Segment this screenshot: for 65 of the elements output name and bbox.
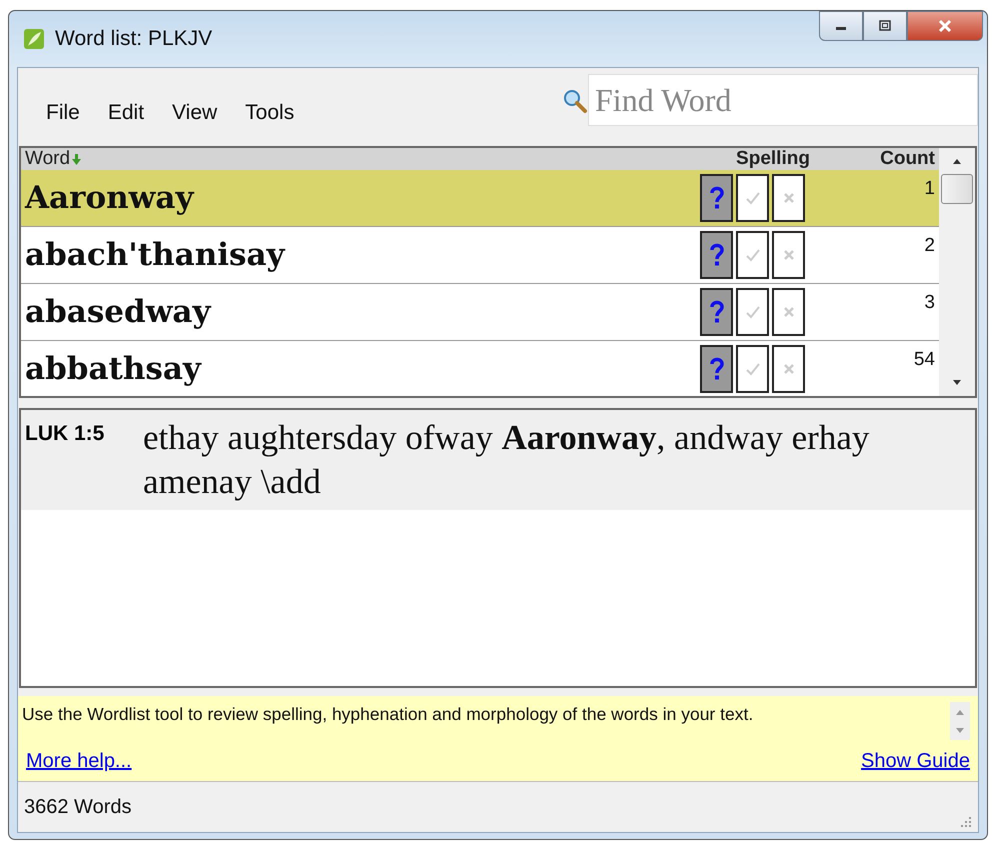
scroll-thumb[interactable] xyxy=(941,174,973,204)
column-header[interactable]: Word xyxy=(25,148,70,170)
word-count: 3662 Words xyxy=(24,796,132,818)
cross-icon xyxy=(782,306,794,318)
search-icon xyxy=(562,88,588,114)
word-cell-text: abach'thanisay xyxy=(25,237,286,273)
close-button[interactable] xyxy=(907,11,983,41)
correct-spelling-button[interactable] xyxy=(736,345,769,393)
check-icon xyxy=(744,305,760,319)
more-help-link[interactable]: More help... xyxy=(26,750,132,773)
cross-icon xyxy=(782,249,794,261)
close-icon xyxy=(937,19,953,33)
menu-item[interactable]: File xyxy=(32,97,94,129)
word-row[interactable]: Aaronway 1 xyxy=(21,170,939,227)
check-icon xyxy=(744,248,760,262)
question-mark-icon xyxy=(710,243,724,267)
correct-spelling-button[interactable] xyxy=(736,231,769,279)
sort-arrow-icon xyxy=(72,154,82,164)
window-title: Word list: PLKJV xyxy=(55,27,212,51)
column-header[interactable]: Count xyxy=(845,148,935,170)
scrollbar[interactable] xyxy=(939,148,975,396)
count-cell-text: 3 xyxy=(923,291,935,314)
unknown-spelling-button[interactable] xyxy=(700,288,733,336)
word-cell-text: abbathsay xyxy=(25,351,203,387)
unknown-spelling-button[interactable] xyxy=(700,231,733,279)
check-icon xyxy=(744,362,760,376)
scroll-up-icon xyxy=(955,708,965,714)
menu-item[interactable]: Tools xyxy=(231,97,308,129)
scroll-down-icon xyxy=(952,380,962,386)
verse-reference: LUK 1:5 xyxy=(25,421,106,446)
show-guide-link[interactable]: Show Guide xyxy=(861,750,970,773)
scroll-down-icon xyxy=(955,728,965,734)
resize-grip-icon[interactable] xyxy=(958,814,972,828)
search-field[interactable]: Find Word xyxy=(588,74,978,126)
question-mark-icon xyxy=(710,357,724,381)
maximize-button[interactable] xyxy=(863,11,907,41)
incorrect-spelling-button[interactable] xyxy=(772,288,805,336)
correct-spelling-button[interactable] xyxy=(736,174,769,222)
scrollbar[interactable] xyxy=(950,702,970,740)
cross-icon xyxy=(782,192,794,204)
feather-icon xyxy=(23,28,45,50)
menu-item[interactable]: View xyxy=(158,97,232,129)
menu-item[interactable]: Edit xyxy=(94,97,158,129)
check-icon xyxy=(744,191,760,205)
word-cell-text: Aaronway xyxy=(25,180,196,216)
cross-icon xyxy=(782,363,794,375)
verse-text: ethay aughtersday ofway Aaronway, andway erhay amenay \add xyxy=(143,417,870,503)
scroll-up-icon xyxy=(952,158,962,164)
maximize-icon xyxy=(878,20,892,32)
count-cell-text: 1 xyxy=(923,177,935,200)
column-header[interactable]: Spelling xyxy=(713,148,833,170)
count-cell-text: 54 xyxy=(912,348,935,371)
word-cell-text: abasedway xyxy=(25,294,212,330)
incorrect-spelling-button[interactable] xyxy=(772,174,805,222)
incorrect-spelling-button[interactable] xyxy=(772,345,805,393)
question-mark-icon xyxy=(710,186,724,210)
reference-row[interactable]: LUK 1:5 ethay aughtersday ofway Aaronway, andway erhay amenay \add xyxy=(21,410,975,510)
correct-spelling-button[interactable] xyxy=(736,288,769,336)
count-cell-text: 2 xyxy=(923,234,935,257)
unknown-spelling-button[interactable] xyxy=(700,345,733,393)
minimize-button[interactable] xyxy=(819,11,863,41)
help-text: Use the Wordlist tool to review spelling, hyphenation and morphology of the words in your text. xyxy=(22,703,754,725)
question-mark-icon xyxy=(710,300,724,324)
incorrect-spelling-button[interactable] xyxy=(772,231,805,279)
unknown-spelling-button[interactable] xyxy=(700,174,733,222)
